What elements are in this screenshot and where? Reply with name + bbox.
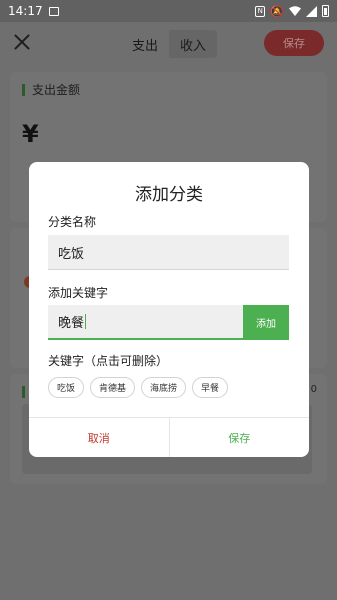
- category-name-input[interactable]: [48, 235, 289, 270]
- signal-icon: [306, 5, 317, 17]
- save-button[interactable]: 保存: [170, 418, 310, 457]
- category-name-label: 分类名称: [48, 215, 97, 229]
- keyword-label: 添加关键字: [48, 286, 109, 300]
- add-keyword-button[interactable]: 添加: [243, 305, 289, 340]
- add-category-dialog: 添加分类 分类名称 添加关键字 晚餐 添加 关键字（点击可删除） 吃饭 肯德基 …: [29, 162, 309, 457]
- keyword-chip[interactable]: 吃饭: [48, 377, 85, 398]
- cancel-button[interactable]: 取消: [29, 418, 170, 457]
- keyword-chip[interactable]: 海底捞: [141, 377, 187, 398]
- status-time: 14:17: [8, 4, 43, 18]
- keyword-chip[interactable]: 肯德基: [90, 377, 136, 398]
- image-icon: [48, 6, 59, 16]
- type-tabs: 支出 收入: [121, 30, 217, 58]
- keywords-label: 关键字（点击可删除）: [48, 354, 169, 368]
- keyword-chips: 吃饭 肯德基 海底捞 早餐: [48, 377, 229, 398]
- header-save-button[interactable]: 保存: [264, 30, 324, 56]
- dialog-title: 添加分类: [135, 185, 203, 205]
- currency-symbol: ¥: [22, 120, 39, 148]
- side-number: 0: [310, 384, 317, 395]
- nfc-icon: N: [255, 5, 266, 17]
- keyword-input-text: 晚餐: [58, 316, 85, 331]
- dialog-footer: 取消 保存: [29, 417, 309, 457]
- wifi-icon: [289, 6, 301, 16]
- amount-label: 支出金额: [22, 84, 80, 96]
- close-icon[interactable]: [12, 32, 32, 52]
- app-header: 支出 收入 保存: [0, 22, 337, 66]
- status-bar: 14:17 N 🔕: [0, 0, 337, 22]
- text-caret: [85, 314, 87, 329]
- status-icons: N 🔕: [255, 5, 329, 17]
- keyword-chip[interactable]: 早餐: [192, 377, 229, 398]
- battery-icon: [322, 5, 329, 17]
- bell-off-icon: 🔕: [270, 4, 284, 18]
- tab-income[interactable]: 收入: [169, 30, 217, 58]
- tab-expense[interactable]: 支出: [121, 30, 169, 58]
- keyword-input[interactable]: 晚餐: [48, 305, 244, 340]
- section-marker: [22, 386, 25, 398]
